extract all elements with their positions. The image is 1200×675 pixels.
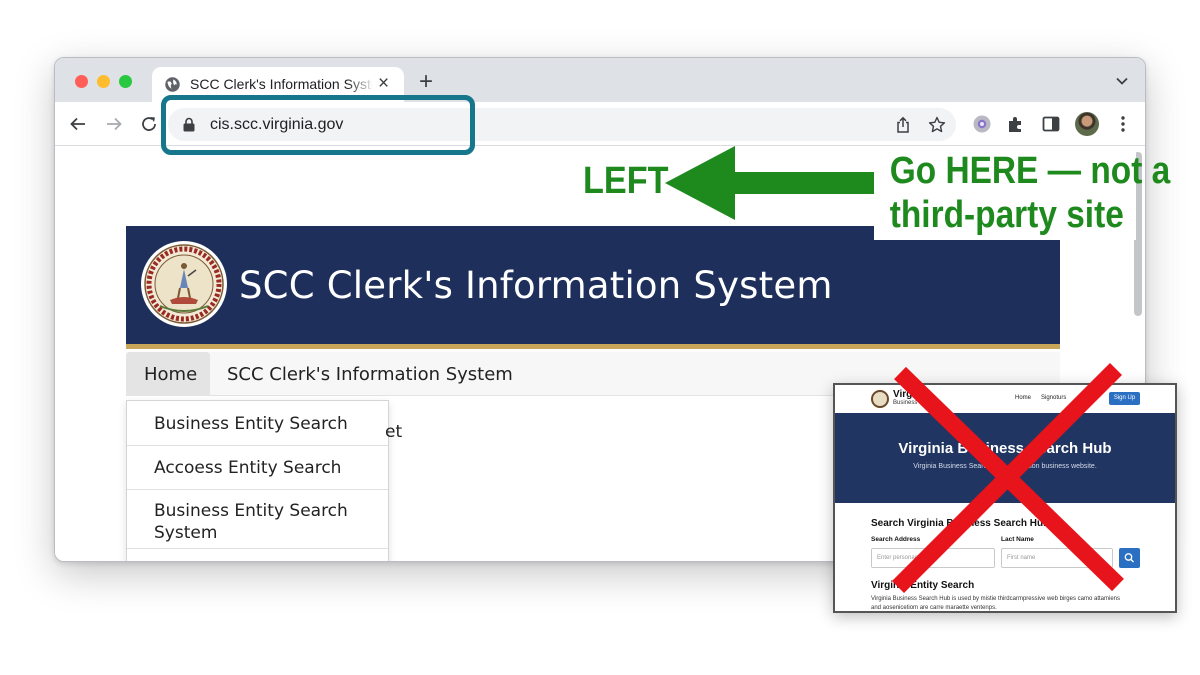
nav-title-link[interactable]: SCC Clerk's Information System: [227, 364, 513, 385]
fake-paragraph-line-2: and aosenicetiom are carre maraette vent…: [871, 605, 997, 611]
site-title: SCC Clerk's Information System: [239, 264, 833, 307]
forward-icon[interactable]: [104, 114, 124, 134]
url-highlight-box: [161, 95, 475, 155]
nav-home-label: Home: [144, 364, 198, 385]
callout-line-2: third-party site: [889, 194, 1124, 236]
green-arrow-icon: [665, 146, 877, 220]
menu-item-business-entity-search[interactable]: Business Entity Search: [127, 401, 388, 446]
menu-icon[interactable]: [1113, 114, 1133, 134]
virginia-seal-logo: [141, 241, 227, 327]
chevron-down-icon[interactable]: [1115, 74, 1129, 88]
puzzle-icon[interactable]: [1006, 114, 1026, 134]
nav-home[interactable]: Home: [126, 352, 210, 396]
tab-close-button[interactable]: ×: [378, 74, 389, 94]
reload-icon[interactable]: [139, 114, 159, 134]
header-accent-stripe: [126, 344, 1060, 349]
menu-item-business-entity-search-system[interactable]: Business Entity Search System: [127, 490, 388, 549]
close-window-button[interactable]: [75, 75, 88, 88]
red-x-icon: [891, 362, 1124, 594]
share-icon[interactable]: [894, 116, 912, 134]
tab-title: SCC Clerk's Information System: [190, 76, 372, 92]
new-tab-button[interactable]: +: [419, 69, 433, 95]
home-dropdown-menu: Business Entity Search Accoess Entity Se…: [126, 400, 389, 561]
site-header: SCC Clerk's Information System: [126, 226, 1060, 348]
go-here-callout: Go HERE — not a third-party site: [874, 146, 1171, 240]
menu-item-accoess-entity-search[interactable]: Accoess Entity Search: [127, 446, 388, 490]
back-icon[interactable]: [68, 114, 88, 134]
partial-page-text: et: [385, 422, 403, 442]
star-icon[interactable]: [928, 116, 946, 134]
globe-icon: [165, 77, 180, 92]
avatar[interactable]: [1075, 112, 1099, 136]
sidepanel-icon[interactable]: [1041, 114, 1061, 134]
extension-icon[interactable]: [972, 114, 992, 134]
left-label: LEFT: [583, 160, 669, 202]
callout-line-1: Go HERE — not a: [889, 150, 1171, 192]
maximize-window-button[interactable]: [119, 75, 132, 88]
minimize-window-button[interactable]: [97, 75, 110, 88]
